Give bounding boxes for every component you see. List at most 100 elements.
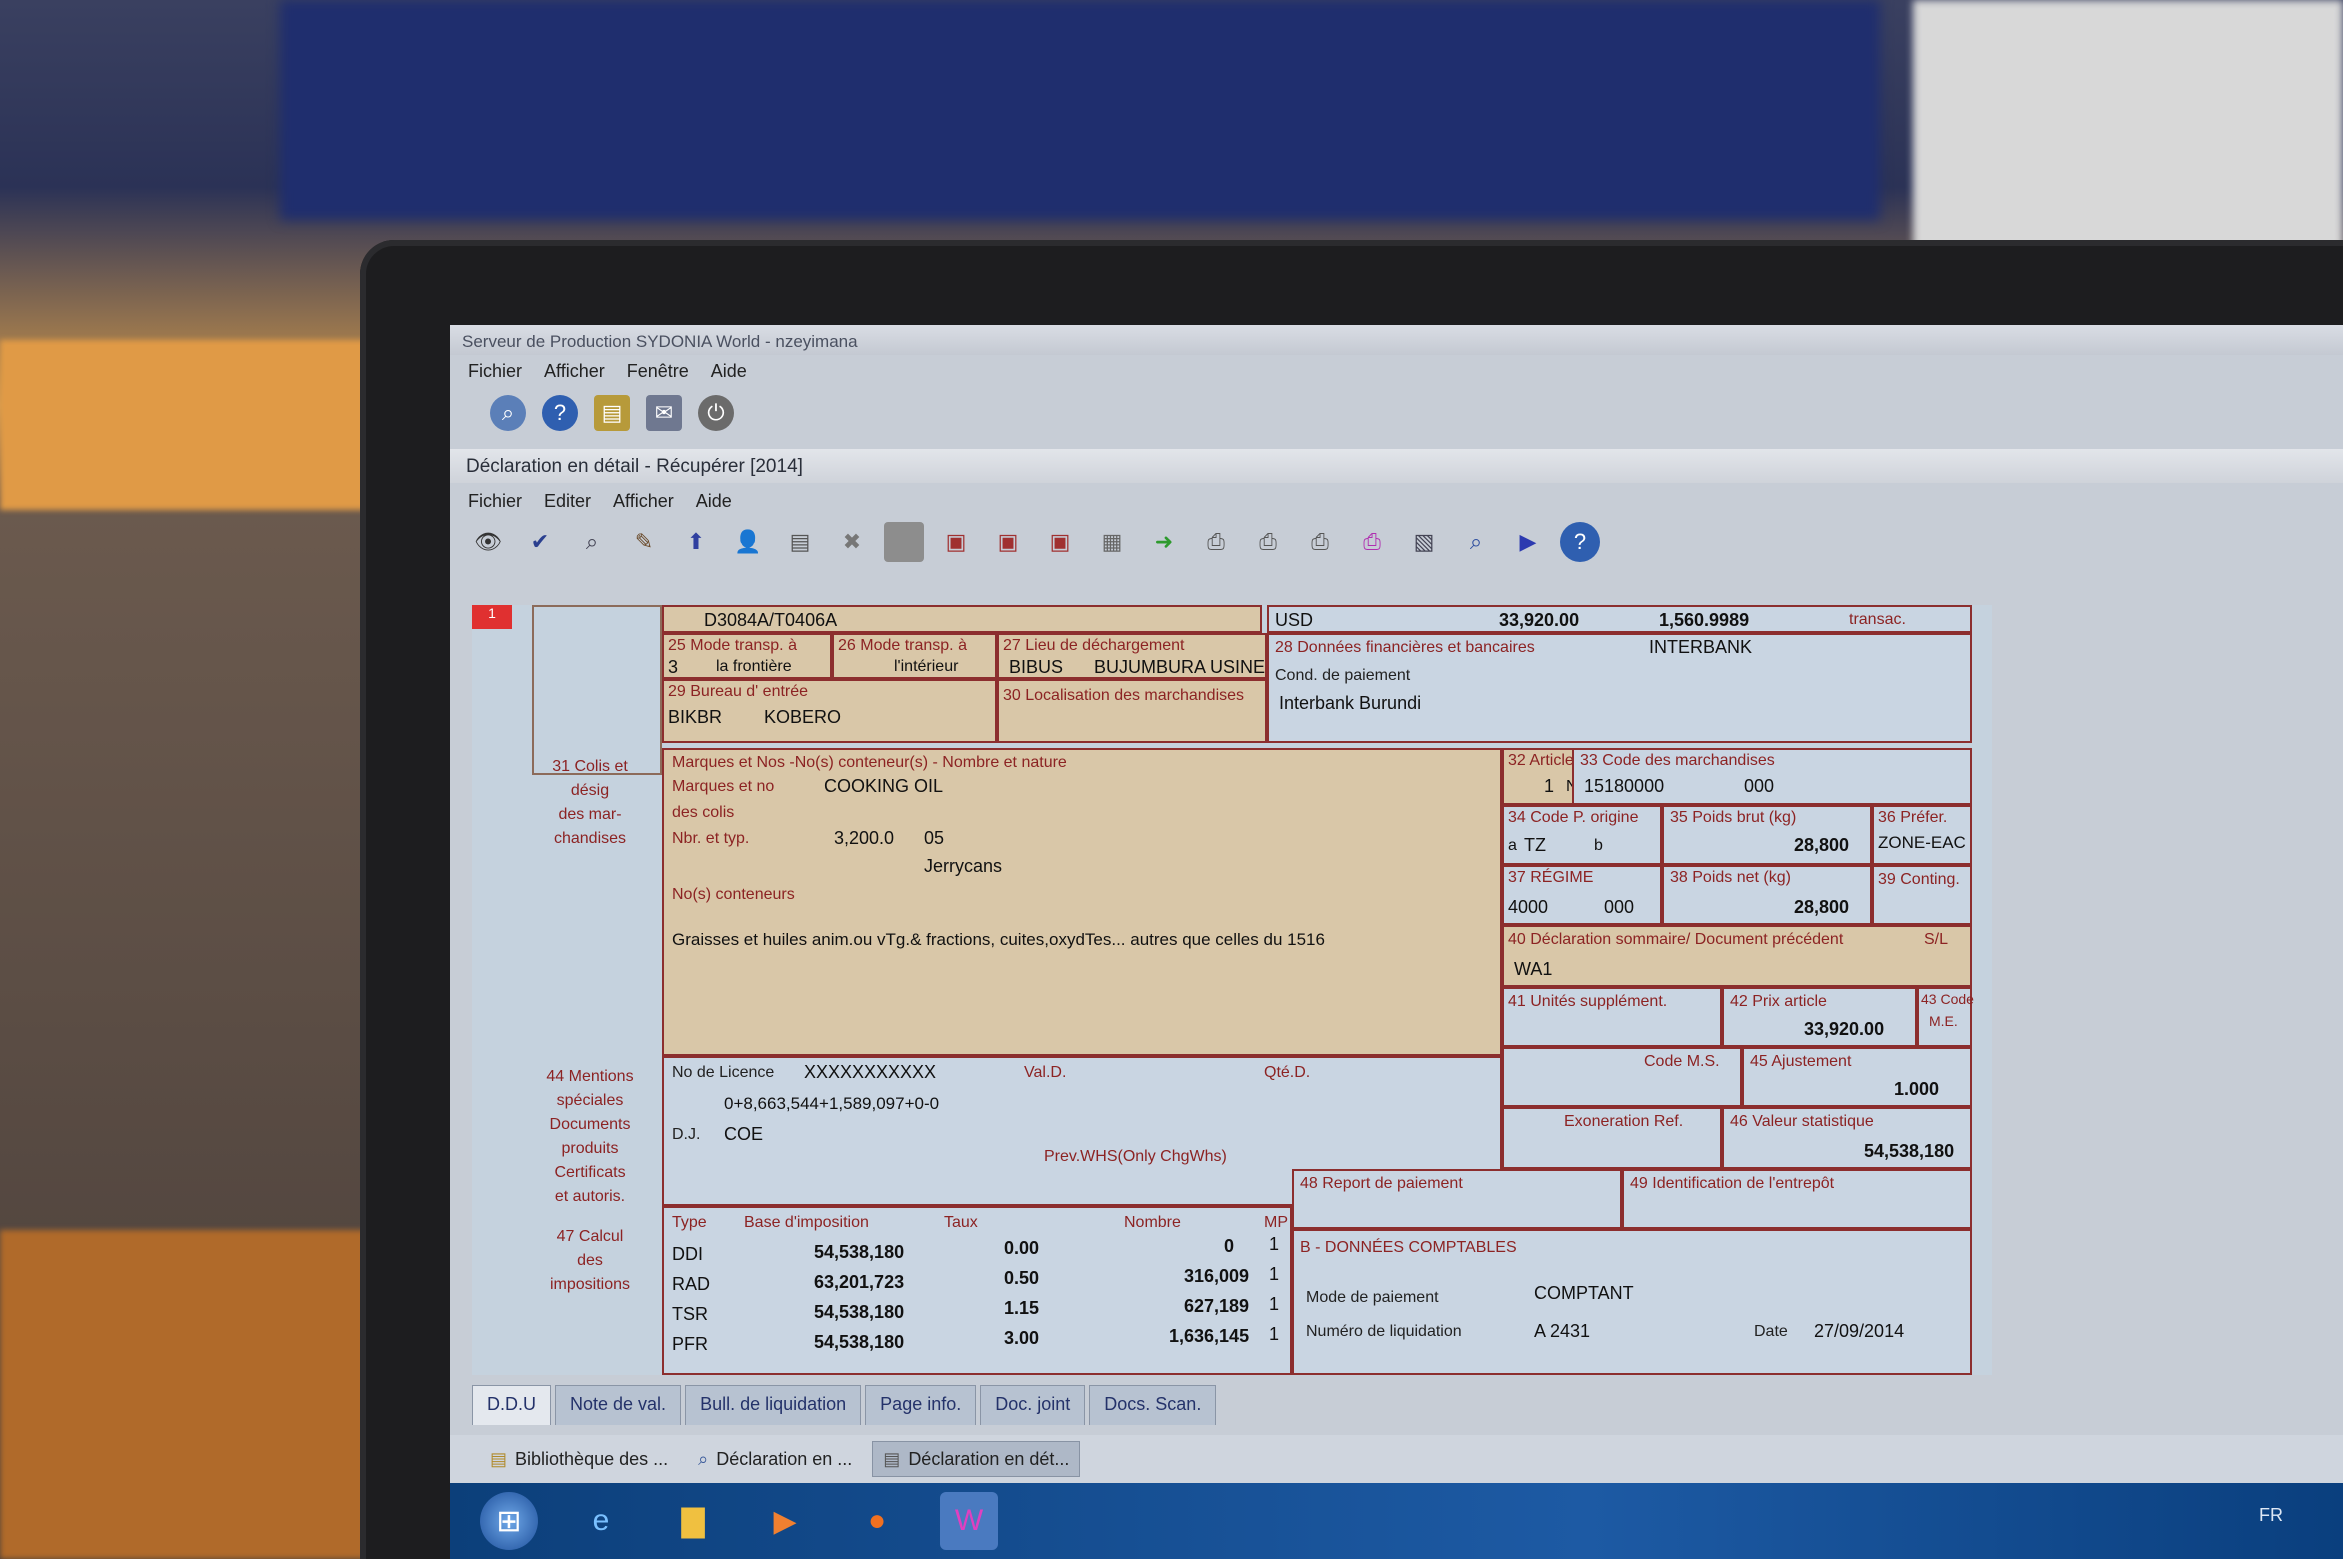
pay-mode-value[interactable]: COMPTANT — [1534, 1283, 1634, 1304]
tax-row-amount[interactable]: 316,009 — [1184, 1266, 1249, 1287]
tax-row-rate[interactable]: 0.50 — [1004, 1268, 1039, 1289]
media-icon[interactable]: ▶ — [756, 1492, 814, 1550]
menu-fenetre[interactable]: Fenêtre — [627, 361, 689, 381]
task-bibliotheque[interactable]: ▤ Bibliothèque des ... — [480, 1441, 678, 1477]
delete-icon[interactable]: ✖ — [832, 522, 872, 562]
box29-value[interactable]: KOBERO — [764, 707, 841, 728]
box27-code[interactable]: BIBUS — [1009, 657, 1063, 678]
box25-value[interactable]: 3 — [668, 657, 678, 678]
print3-icon[interactable]: ⎙ — [1300, 522, 1340, 562]
hs-ext[interactable]: 000 — [1744, 776, 1774, 797]
tab-page-info[interactable]: Page info. — [865, 1385, 977, 1425]
tax-row-mp[interactable]: 1 — [1269, 1264, 1279, 1285]
rate-value[interactable]: 1,560.9989 — [1659, 610, 1749, 631]
menu-fichier[interactable]: Fichier — [468, 361, 522, 381]
box29-code[interactable]: BIKBR — [668, 707, 722, 728]
tax-row-type[interactable]: RAD — [672, 1274, 710, 1295]
reference-value[interactable]: D3084A/T0406A — [704, 610, 837, 631]
tax-row-mp[interactable]: 1 — [1269, 1234, 1279, 1255]
regime-value[interactable]: 4000 — [1508, 897, 1548, 918]
tax-row-type[interactable]: DDI — [672, 1244, 703, 1265]
origin-value[interactable]: TZ — [1524, 835, 1546, 856]
amount-value[interactable]: 33,920.00 — [1499, 610, 1579, 631]
marks-value[interactable]: COOKING OIL — [824, 776, 943, 797]
tab-ddu[interactable]: D.D.U — [472, 1385, 551, 1425]
hs-code[interactable]: 15180000 — [1584, 776, 1664, 797]
date-value[interactable]: 27/09/2014 — [1814, 1321, 1904, 1342]
task-declaration-detail[interactable]: ▤ Déclaration en dét... — [872, 1441, 1081, 1477]
tax-row-mp[interactable]: 1 — [1269, 1294, 1279, 1315]
help2-icon[interactable]: ? — [1560, 522, 1600, 562]
article-no[interactable]: 1 — [1544, 776, 1554, 797]
bank-value[interactable]: INTERBANK — [1649, 637, 1752, 658]
tax-row-type[interactable]: PFR — [672, 1334, 708, 1355]
zoom-icon[interactable]: ⌕ — [1456, 522, 1496, 562]
power-icon[interactable]: ⏻ — [698, 395, 734, 431]
inner-menu-afficher[interactable]: Afficher — [613, 491, 674, 511]
bank-name[interactable]: Interbank Burundi — [1279, 693, 1421, 714]
licence-value[interactable]: XXXXXXXXXXX — [804, 1062, 936, 1083]
browser-icon[interactable]: e — [572, 1492, 630, 1550]
dj-value[interactable]: COE — [724, 1124, 763, 1145]
help-icon[interactable]: ? — [542, 395, 578, 431]
tax-row-amount[interactable]: 1,636,145 — [1169, 1326, 1249, 1347]
inner-menu-aide[interactable]: Aide — [696, 491, 732, 511]
tax-row-type[interactable]: TSR — [672, 1304, 708, 1325]
tax-row-base[interactable]: 54,538,180 — [814, 1332, 904, 1353]
language-indicator[interactable]: FR — [2259, 1505, 2283, 1526]
search-icon[interactable]: ⌕ — [490, 395, 526, 431]
inner-menu-editer[interactable]: Editer — [544, 491, 591, 511]
description-value[interactable]: Graisses et huiles anim.ou vTg.& fractio… — [672, 930, 1325, 950]
preview-icon[interactable]: ▣ — [936, 522, 976, 562]
xml-icon[interactable]: ⬆ — [676, 522, 716, 562]
formula-value[interactable]: 0+8,663,544+1,589,097+0-0 — [724, 1094, 939, 1114]
tab-note-val[interactable]: Note de val. — [555, 1385, 682, 1425]
folder-icon[interactable]: ▇ — [664, 1492, 722, 1550]
price-value[interactable]: 33,920.00 — [1804, 1019, 1884, 1040]
arrow-right-icon[interactable]: ➜ — [1144, 522, 1184, 562]
tax-row-base[interactable]: 63,201,723 — [814, 1272, 904, 1293]
preview2-icon[interactable]: ▣ — [988, 522, 1028, 562]
edit-icon[interactable]: ✎ — [624, 522, 664, 562]
user-icon[interactable]: 👤 — [728, 522, 768, 562]
tab-docs-scan[interactable]: Docs. Scan. — [1089, 1385, 1217, 1425]
box27-value[interactable]: BUJUMBURA USINE — [1094, 657, 1265, 678]
blank-icon[interactable] — [884, 522, 924, 562]
tax-row-rate[interactable]: 0.00 — [1004, 1238, 1039, 1259]
find-icon[interactable]: ⌕ — [572, 522, 612, 562]
print-color-icon[interactable]: ⎙ — [1352, 522, 1392, 562]
nbr-code[interactable]: 05 — [924, 828, 944, 849]
tax-row-rate[interactable]: 3.00 — [1004, 1328, 1039, 1349]
sydonia-icon[interactable]: W — [940, 1492, 998, 1550]
print-icon[interactable]: ⎙ — [1196, 522, 1236, 562]
adjust-value[interactable]: 1.000 — [1894, 1079, 1939, 1100]
nbr-type[interactable]: Jerrycans — [924, 856, 1002, 877]
view-icon[interactable]: 👁 — [468, 522, 508, 562]
tax-row-mp[interactable]: 1 — [1269, 1324, 1279, 1345]
tax-row-amount[interactable]: 0 — [1224, 1236, 1234, 1257]
tab-doc-joint[interactable]: Doc. joint — [980, 1385, 1086, 1425]
gross-value[interactable]: 28,800 — [1794, 835, 1849, 856]
firefox-icon[interactable]: ● — [848, 1492, 906, 1550]
regime-ext[interactable]: 000 — [1604, 897, 1634, 918]
menu-aide[interactable]: Aide — [711, 361, 747, 381]
liq-value[interactable]: A 2431 — [1534, 1321, 1590, 1342]
tax-row-base[interactable]: 54,538,180 — [814, 1302, 904, 1323]
nbr-value[interactable]: 3,200.0 — [834, 828, 894, 849]
start-icon[interactable]: ⊞ — [480, 1492, 538, 1550]
stat-value[interactable]: 54,538,180 — [1864, 1141, 1954, 1162]
pref-value[interactable]: ZONE-EAC — [1878, 833, 1966, 853]
play-icon[interactable]: ▶ — [1508, 522, 1548, 562]
print2-icon[interactable]: ⎙ — [1248, 522, 1288, 562]
tax-row-base[interactable]: 54,538,180 — [814, 1242, 904, 1263]
task-declaration[interactable]: ⌕ Déclaration en ... — [688, 1441, 862, 1477]
library-icon[interactable]: ▤ — [594, 395, 630, 431]
tax-row-amount[interactable]: 627,189 — [1184, 1296, 1249, 1317]
stamp-icon[interactable]: ▦ — [1092, 522, 1132, 562]
export-icon[interactable]: ▧ — [1404, 522, 1444, 562]
currency-value[interactable]: USD — [1275, 610, 1313, 631]
menu-afficher[interactable]: Afficher — [544, 361, 605, 381]
prev-doc-value[interactable]: WA1 — [1514, 959, 1552, 980]
tax-row-rate[interactable]: 1.15 — [1004, 1298, 1039, 1319]
check-icon[interactable]: ✔ — [520, 522, 560, 562]
